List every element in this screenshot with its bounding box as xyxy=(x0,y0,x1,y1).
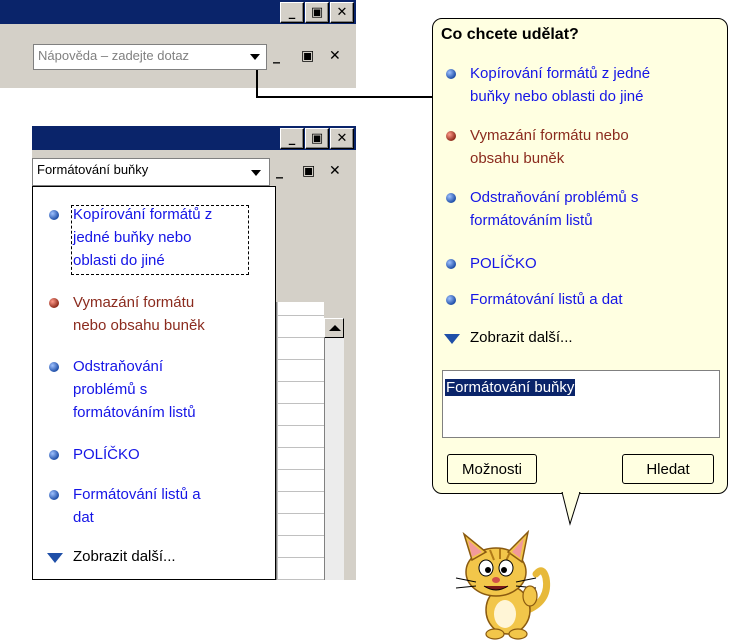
bullet-icon xyxy=(49,362,59,372)
bullet-icon xyxy=(446,131,456,141)
inner-close-button[interactable]: ✕ xyxy=(330,128,354,149)
dropdown-item-text: dat xyxy=(73,509,94,526)
dropdown-item[interactable]: Vymazání formátu nebo obsahu buněk xyxy=(49,291,267,337)
scroll-up-arrow-icon xyxy=(329,325,341,331)
dropdown-item-text: jedné buňky nebo xyxy=(73,229,192,246)
dropdown-item-text: formátováním listů xyxy=(73,404,196,421)
dropdown-item-text: problémů s xyxy=(73,381,148,398)
scroll-up-button[interactable] xyxy=(324,318,344,338)
dropdown-item-text: oblasti do jiné xyxy=(73,252,165,269)
balloon-item[interactable]: POLÍČKO xyxy=(446,252,718,275)
search-button-label: Hledat xyxy=(646,460,690,478)
balloon-item-text: buňky nebo oblasti do jiné xyxy=(470,88,644,105)
options-button-label: Možnosti xyxy=(461,460,523,478)
balloon-item-text: POLÍČKO xyxy=(470,255,537,272)
balloon-item[interactable]: Odstraňování problémů s formátováním lis… xyxy=(446,186,718,232)
top-doc-minimize-icon[interactable]: _ xyxy=(273,48,280,64)
help-placeholder: Nápověda – zadejte dotaz xyxy=(38,48,190,63)
dropdown-item[interactable]: Formátování listů a dat xyxy=(49,483,267,529)
bullet-icon xyxy=(49,490,59,500)
balloon-item[interactable]: Formátování listů a dat xyxy=(446,288,718,311)
bullet-icon xyxy=(446,259,456,269)
balloon-item[interactable]: Vymazání formátu nebo obsahu buněk xyxy=(446,124,718,170)
dropdown-item-text: Kopírování formátů z xyxy=(73,206,213,223)
connector-line-horizontal xyxy=(256,96,434,98)
balloon-item[interactable]: Kopírování formátů z jedné buňky nebo ob… xyxy=(446,62,718,108)
bullet-icon xyxy=(446,193,456,203)
top-window-title-buttons: _ ▣ ✕ xyxy=(279,2,354,23)
expand-triangle-icon xyxy=(47,553,63,563)
vertical-scrollbar[interactable] xyxy=(324,318,344,580)
dropdown-item[interactable]: Kopírování formátů z jedné buňky nebo ob… xyxy=(49,203,267,272)
dropdown-item-text: POLÍČKO xyxy=(73,446,140,463)
help-search-input[interactable]: Nápověda – zadejte dotaz xyxy=(33,44,267,70)
expand-triangle-icon xyxy=(444,334,460,344)
balloon-show-more[interactable]: Zobrazit další... xyxy=(444,326,718,349)
dropdown-item-text: nebo obsahu buněk xyxy=(73,317,205,334)
restore-button[interactable]: ▣ xyxy=(305,2,329,23)
balloon-tail xyxy=(561,492,581,526)
dropdown-item-text: Odstraňování xyxy=(73,358,164,375)
close-button[interactable]: ✕ xyxy=(330,2,354,23)
inner-combo-arrow-icon[interactable] xyxy=(251,170,261,176)
top-window-titlebar: _ ▣ ✕ xyxy=(0,0,356,24)
help-results-dropdown: Kopírování formátů z jedné buňky nebo ob… xyxy=(32,186,276,580)
inner-doc-minimize-icon[interactable]: _ xyxy=(276,163,283,179)
inner-window-title-buttons: _ ▣ ✕ xyxy=(279,128,354,149)
dropdown-item[interactable]: Odstraňování problémů s formátováním lis… xyxy=(49,355,267,424)
office-assistant-cat-icon[interactable] xyxy=(450,530,560,642)
help-dropdown-arrow-icon[interactable] xyxy=(250,54,260,60)
balloon-item-text: obsahu buněk xyxy=(470,150,565,167)
balloon-item-text: Kopírování formátů z jedné xyxy=(470,65,651,82)
balloon-query-selection: Formátování buňky xyxy=(445,379,576,396)
top-doc-close-icon[interactable]: ✕ xyxy=(329,48,341,64)
minimize-button[interactable]: _ xyxy=(280,2,304,23)
inner-combo-value: Formátování buňky xyxy=(37,162,149,177)
dropdown-item-text: Formátování listů a xyxy=(73,486,201,503)
inner-window-titlebar: _ ▣ ✕ xyxy=(32,126,356,150)
top-doc-restore-icon[interactable]: ▣ xyxy=(301,48,314,64)
balloon-item-text: Odstraňování problémů s xyxy=(470,189,639,206)
worksheet-grid xyxy=(276,302,324,580)
inner-help-combo[interactable]: Formátování buňky xyxy=(32,158,270,186)
balloon-query-input[interactable]: Formátování buňky xyxy=(442,370,720,438)
bullet-icon xyxy=(446,69,456,79)
inner-doc-restore-icon[interactable]: ▣ xyxy=(302,163,315,179)
bullet-icon xyxy=(446,295,456,305)
show-more-item[interactable]: Zobrazit další... xyxy=(47,545,267,568)
show-more-text: Zobrazit další... xyxy=(73,548,176,565)
inner-minimize-button[interactable]: _ xyxy=(280,128,304,149)
bullet-icon xyxy=(49,450,59,460)
balloon-item-text: Vymazání formátu nebo xyxy=(470,127,629,144)
connector-line-vertical xyxy=(256,70,258,98)
search-button[interactable]: Hledat xyxy=(622,454,714,484)
balloon-show-more-text: Zobrazit další... xyxy=(470,329,573,346)
options-button[interactable]: Možnosti xyxy=(447,454,537,484)
balloon-item-text: formátováním listů xyxy=(470,212,593,229)
bullet-icon xyxy=(49,298,59,308)
inner-doc-close-icon[interactable]: ✕ xyxy=(329,163,341,179)
dropdown-item[interactable]: POLÍČKO xyxy=(49,443,267,466)
balloon-item-text: Formátování listů a dat xyxy=(470,291,623,308)
inner-restore-button[interactable]: ▣ xyxy=(305,128,329,149)
bullet-icon xyxy=(49,210,59,220)
balloon-title: Co chcete udělat? xyxy=(441,26,579,43)
dropdown-item-text: Vymazání formátu xyxy=(73,294,195,311)
